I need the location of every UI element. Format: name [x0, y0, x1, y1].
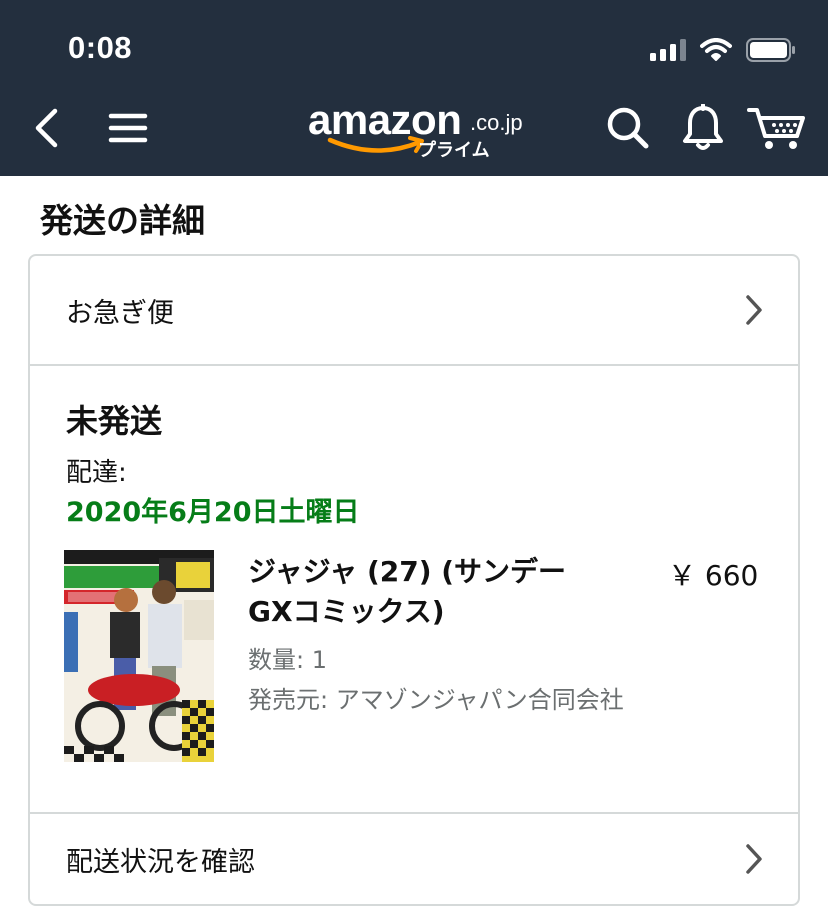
cart-icon[interactable] — [746, 102, 808, 154]
search-icon[interactable] — [604, 104, 652, 152]
back-icon[interactable] — [26, 106, 66, 150]
logo-domain: .co.jp — [470, 110, 523, 135]
app-header: 0:08 amazon .co.jp プライム — [0, 0, 828, 176]
wifi-icon — [700, 38, 732, 61]
status-icons — [650, 36, 796, 64]
smile-arrow-icon — [327, 136, 424, 153]
shipment-status: 未発送 — [66, 402, 163, 440]
shipping-speed-row[interactable]: お急ぎ便 — [30, 256, 798, 366]
track-shipment-label: 配送状況を確認 — [66, 846, 255, 878]
battery-icon — [746, 38, 795, 62]
delivery-date: 2020年6月20日土曜日 — [66, 497, 360, 528]
signal-icon — [650, 39, 686, 61]
product-price: ￥ 660 — [668, 559, 759, 592]
chevron-right-icon — [746, 295, 762, 325]
status-time: 0:08 — [68, 30, 133, 65]
chevron-right-icon — [746, 844, 762, 874]
shipment-card: お急ぎ便 未発送 配達: 2020年6月20日土曜日 ジャジャ (27) (サン… — [28, 254, 800, 906]
amazon-prime-logo[interactable]: amazon .co.jp プライム — [308, 96, 532, 162]
nav-bar: amazon .co.jp プライム — [0, 90, 828, 166]
shipping-speed-label: お急ぎ便 — [66, 297, 174, 329]
product-title[interactable]: ジャジャ (27) (サンデーGXコミックス) — [248, 552, 578, 632]
product-quantity: 数量: 1 — [248, 646, 327, 674]
product-cover-image[interactable] — [64, 550, 214, 762]
delivery-label: 配達: — [66, 458, 127, 488]
product-seller: 発売元: アマゾンジャパン合同会社 — [248, 686, 624, 714]
logo-prime-label: プライム — [418, 140, 490, 161]
bell-icon[interactable] — [680, 102, 726, 154]
track-shipment-row[interactable]: 配送状況を確認 — [30, 812, 798, 904]
menu-icon[interactable] — [104, 106, 152, 150]
page-title: 発送の詳細 — [40, 201, 205, 240]
